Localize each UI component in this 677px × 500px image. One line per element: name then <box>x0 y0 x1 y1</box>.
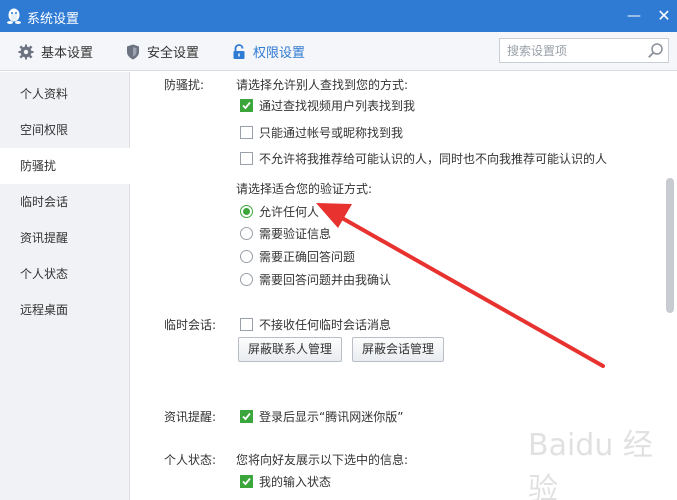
find-option-account-only[interactable]: 只能通过帐号或昵称找到我 <box>240 124 403 141</box>
tab-label: 安全设置 <box>147 46 200 61</box>
title-bar: 系统设置 — ✕ <box>0 0 677 32</box>
checkbox-checked[interactable] <box>240 475 253 488</box>
lock-icon <box>233 43 245 59</box>
option-label: 不接收任何临时会话消息 <box>259 318 392 332</box>
checkbox-checked[interactable] <box>240 99 253 112</box>
radio[interactable] <box>240 227 253 240</box>
sidebar-item-anti-harassment[interactable]: 防骚扰 <box>0 148 131 184</box>
option-label: 通过查找视频用户列表找到我 <box>259 99 416 113</box>
scrollbar-thumb[interactable] <box>666 178 674 313</box>
option-label: 需要回答问题并由我确认 <box>259 273 392 287</box>
sidebar-item-temp-session[interactable]: 临时会话 <box>0 184 130 220</box>
news-reminder-label: 资讯提醒: <box>164 410 217 424</box>
option-label: 我的输入状态 <box>259 475 332 489</box>
radio[interactable] <box>240 273 253 286</box>
verify-option-anyone[interactable]: 允许任何人 <box>240 203 319 220</box>
blocked-contacts-button[interactable]: 屏蔽联系人管理 <box>238 337 342 362</box>
option-label: 登录后显示“腾讯网迷你版” <box>259 410 404 424</box>
checkbox[interactable] <box>240 318 253 331</box>
penguin-logo-icon <box>7 8 21 24</box>
news-option-show-mini[interactable]: 登录后显示“腾讯网迷你版” <box>240 408 403 425</box>
option-label: 需要正确回答问题 <box>259 250 356 264</box>
baidu-watermark: Baidu 经验 <box>528 428 653 500</box>
option-label: 允许任何人 <box>259 205 320 219</box>
search-box <box>499 38 669 63</box>
anti-harass-label: 防骚扰: <box>164 78 205 92</box>
verify-option-need-message[interactable]: 需要验证信息 <box>240 225 331 242</box>
option-label: 需要验证信息 <box>259 227 332 241</box>
personal-status-label: 个人状态: <box>164 453 217 467</box>
gear-icon <box>18 44 34 59</box>
verify-method-prompt: 请选择适合您的验证方式: <box>236 182 373 196</box>
personal-status-prompt: 您将向好友展示以下选中的信息: <box>236 453 409 467</box>
tab-label: 权限设置 <box>253 46 306 61</box>
blocked-sessions-button[interactable]: 屏蔽会话管理 <box>352 337 444 362</box>
checkbox[interactable] <box>240 152 253 165</box>
option-label: 不允许将我推荐给可能认识的人，同时也不向我推荐可能认识的人 <box>259 152 608 166</box>
check-icon <box>242 477 251 486</box>
sidebar-item-personal-status[interactable]: 个人状态 <box>0 256 130 292</box>
minimize-button[interactable]: — <box>624 6 644 26</box>
sidebar-item-news-reminder[interactable]: 资讯提醒 <box>0 220 130 256</box>
radio-selected[interactable] <box>240 205 253 218</box>
close-button[interactable]: ✕ <box>654 6 674 26</box>
checkbox-checked[interactable] <box>240 410 253 423</box>
verify-option-correct-answer[interactable]: 需要正确回答问题 <box>240 248 355 265</box>
find-method-prompt: 请选择允许别人查找到您的方式: <box>236 78 409 92</box>
sidebar-item-profile[interactable]: 个人资料 <box>0 76 130 112</box>
find-option-video-list[interactable]: 通过查找视频用户列表找到我 <box>240 97 415 114</box>
check-icon <box>242 412 251 421</box>
verify-option-answer-confirm[interactable]: 需要回答问题并由我确认 <box>240 271 391 288</box>
tab-basic-settings[interactable]: 基本设置 <box>18 32 93 71</box>
check-icon <box>242 101 251 110</box>
sidebar-item-remote-desktop[interactable]: 远程桌面 <box>0 292 130 328</box>
temp-session-option-reject[interactable]: 不接收任何临时会话消息 <box>240 316 391 333</box>
find-option-no-recommend[interactable]: 不允许将我推荐给可能认识的人，同时也不向我推荐可能认识的人 <box>240 150 607 167</box>
shield-icon <box>127 44 139 59</box>
settings-sidebar: 个人资料 空间权限 防骚扰 临时会话 资讯提醒 个人状态 远程桌面 <box>0 72 131 500</box>
search-icon[interactable] <box>647 42 664 59</box>
status-option-typing[interactable]: 我的输入状态 <box>240 473 331 490</box>
option-label: 只能通过帐号或昵称找到我 <box>259 126 404 140</box>
temp-session-label: 临时会话: <box>164 318 217 332</box>
search-input[interactable] <box>500 39 644 62</box>
radio[interactable] <box>240 250 253 263</box>
tab-permission-settings[interactable]: 权限设置 <box>232 32 305 71</box>
tab-security-settings[interactable]: 安全设置 <box>126 32 199 71</box>
tab-label: 基本设置 <box>41 46 94 61</box>
settings-tab-bar: 基本设置 安全设置 权限设置 <box>0 32 677 71</box>
window-title: 系统设置 <box>27 12 80 27</box>
checkbox[interactable] <box>240 126 253 139</box>
sidebar-item-space-permission[interactable]: 空间权限 <box>0 112 130 148</box>
